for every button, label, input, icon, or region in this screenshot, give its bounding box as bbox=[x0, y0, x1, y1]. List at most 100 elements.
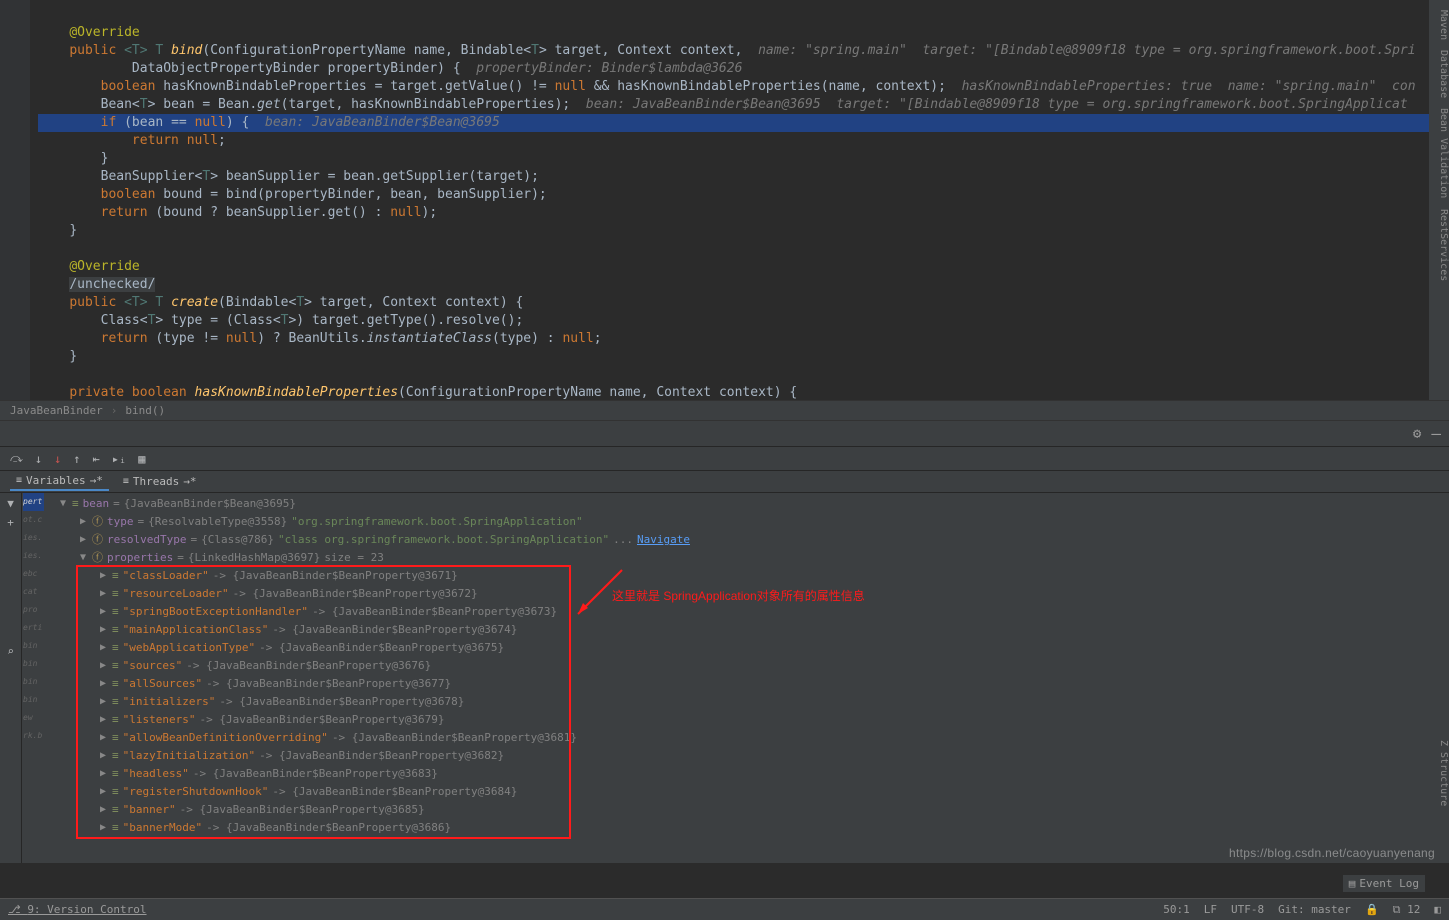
chevron-down-icon[interactable]: ▼ bbox=[58, 495, 68, 513]
map-entry-icon: ≡ bbox=[112, 657, 119, 675]
frame-item[interactable]: pro bbox=[23, 601, 44, 619]
property-item[interactable]: ▶≡"springBootExceptionHandler" -> {JavaB… bbox=[44, 603, 1449, 621]
pin-icon: →* bbox=[183, 475, 196, 488]
debug-actions-toolbar: ⤼ ↓ ↓ ↑ ⇤ ▸ᵢ ▦ bbox=[0, 447, 1449, 471]
frame-item[interactable]: erti bbox=[23, 619, 44, 637]
lock-icon[interactable]: 🔒 bbox=[1365, 903, 1379, 916]
chevron-right-icon[interactable]: ▶ bbox=[78, 513, 88, 531]
chevron-right-icon[interactable]: ▶ bbox=[98, 783, 108, 801]
var-resolvedType[interactable]: ▶ ⓕ resolvedType = {Class@786} "class or… bbox=[44, 531, 1449, 549]
frame-item[interactable]: ies. bbox=[23, 547, 44, 565]
file-encoding[interactable]: UTF-8 bbox=[1231, 903, 1264, 916]
chevron-right-icon[interactable]: ▶ bbox=[78, 531, 88, 549]
tab-threads-label: Threads bbox=[133, 475, 179, 488]
crumb-class[interactable]: JavaBeanBinder bbox=[10, 404, 103, 417]
right-tool-rail-bottom[interactable]: Z Structure bbox=[1429, 740, 1449, 860]
property-item[interactable]: ▶≡"bannerMode" -> {JavaBeanBinder$BeanPr… bbox=[44, 819, 1449, 837]
chevron-right-icon[interactable]: ▶ bbox=[98, 819, 108, 837]
list-icon: ≡ bbox=[16, 475, 22, 486]
frame-item[interactable]: cat bbox=[23, 583, 44, 601]
minimize-icon[interactable]: — bbox=[1431, 424, 1441, 443]
property-item[interactable]: ▶≡"lazyInitialization" -> {JavaBeanBinde… bbox=[44, 747, 1449, 765]
frame-item[interactable]: bin bbox=[23, 673, 44, 691]
step-over-icon[interactable]: ⤼ bbox=[10, 451, 23, 466]
chevron-right-icon[interactable]: ▶ bbox=[98, 711, 108, 729]
gear-icon[interactable]: ⚙ bbox=[1413, 426, 1421, 442]
property-item[interactable]: ▶≡"listeners" -> {JavaBeanBinder$BeanPro… bbox=[44, 711, 1449, 729]
chevron-right-icon[interactable]: ▶ bbox=[98, 621, 108, 639]
property-item[interactable]: ▶≡"allSources" -> {JavaBeanBinder$BeanPr… bbox=[44, 675, 1449, 693]
rail-structure[interactable]: Z Structure bbox=[1438, 740, 1449, 806]
debug-left-rail: ▼ + ⌕ bbox=[0, 493, 22, 863]
chevron-down-icon[interactable]: ▼ bbox=[78, 549, 88, 567]
property-item[interactable]: ▶≡"banner" -> {JavaBeanBinder$BeanProper… bbox=[44, 801, 1449, 819]
code-editor[interactable]: @Override public <T> T bind(Configuratio… bbox=[0, 0, 1449, 400]
property-item[interactable]: ▶≡"mainApplicationClass" -> {JavaBeanBin… bbox=[44, 621, 1449, 639]
processes-icon[interactable]: ⧉ 12 bbox=[1393, 903, 1421, 917]
step-into-icon[interactable]: ↓ bbox=[35, 452, 42, 466]
frame-item[interactable]: ew bbox=[23, 709, 44, 727]
property-item[interactable]: ▶≡"classLoader" -> {JavaBeanBinder$BeanP… bbox=[44, 567, 1449, 585]
chevron-right-icon[interactable]: ▶ bbox=[98, 567, 108, 585]
chevron-right-icon[interactable]: ▶ bbox=[98, 639, 108, 657]
chevron-right-icon[interactable]: ▶ bbox=[98, 765, 108, 783]
frames-list[interactable]: pert ot.c ies. ies. ebc cat pro erti bin… bbox=[22, 493, 44, 863]
chevron-right-icon[interactable]: ▶ bbox=[98, 675, 108, 693]
chevron-right-icon[interactable]: ▶ bbox=[98, 747, 108, 765]
var-bean[interactable]: ▼ ≡ bean = {JavaBeanBinder$Bean@3695} bbox=[44, 495, 1449, 513]
map-entry-icon: ≡ bbox=[112, 585, 119, 603]
property-item[interactable]: ▶≡"headless" -> {JavaBeanBinder$BeanProp… bbox=[44, 765, 1449, 783]
tab-variables[interactable]: ≡ Variables →* bbox=[10, 472, 109, 491]
property-item[interactable]: ▶≡"allowBeanDefinitionOverriding" -> {Ja… bbox=[44, 729, 1449, 747]
frame-item[interactable]: bin bbox=[23, 637, 44, 655]
var-properties[interactable]: ▼ ⓕ properties = {LinkedHashMap@3697} si… bbox=[44, 549, 1449, 567]
memory-icon[interactable]: ◧ bbox=[1434, 903, 1441, 916]
crumb-method[interactable]: bind() bbox=[125, 404, 165, 417]
watermark-text: https://blog.csdn.net/caoyuanyenang bbox=[1229, 846, 1435, 860]
map-entry-icon: ≡ bbox=[112, 621, 119, 639]
force-step-into-icon[interactable]: ↓ bbox=[54, 452, 61, 466]
frame-item[interactable]: ies. bbox=[23, 529, 44, 547]
line-separator[interactable]: LF bbox=[1204, 903, 1217, 916]
rail-maven[interactable]: Maven bbox=[1429, 10, 1449, 40]
vcs-tool-button[interactable]: ⎇ 9: Version Control bbox=[8, 903, 147, 916]
property-item[interactable]: ▶≡"sources" -> {JavaBeanBinder$BeanPrope… bbox=[44, 657, 1449, 675]
evaluate-icon[interactable]: ▦ bbox=[138, 452, 145, 466]
property-item[interactable]: ▶≡"registerShutdownHook" -> {JavaBeanBin… bbox=[44, 783, 1449, 801]
var-type[interactable]: ▶ ⓕ type = {ResolvableType@3558} "org.sp… bbox=[44, 513, 1449, 531]
navigate-link[interactable]: Navigate bbox=[637, 531, 690, 549]
rail-database[interactable]: Database bbox=[1429, 50, 1449, 98]
right-tool-rail[interactable]: Maven Database Bean Validation RestServi… bbox=[1429, 0, 1449, 400]
frame-item[interactable]: pert bbox=[23, 493, 44, 511]
drop-frame-icon[interactable]: ⇤ bbox=[93, 452, 100, 466]
status-bar: ⎇ 9: Version Control 50:1 LF UTF-8 Git: … bbox=[0, 898, 1449, 920]
variables-tree[interactable]: ▼ ≡ bean = {JavaBeanBinder$Bean@3695} ▶ … bbox=[44, 493, 1449, 863]
run-to-cursor-icon[interactable]: ▸ᵢ bbox=[112, 452, 126, 466]
frame-item[interactable]: bin bbox=[23, 655, 44, 673]
property-item[interactable]: ▶≡"webApplicationType" -> {JavaBeanBinde… bbox=[44, 639, 1449, 657]
breadcrumb[interactable]: JavaBeanBinder bind() bbox=[0, 400, 1449, 421]
property-item[interactable]: ▶≡"initializers" -> {JavaBeanBinder$Bean… bbox=[44, 693, 1449, 711]
frame-item[interactable]: rk.b bbox=[23, 727, 44, 745]
frame-item[interactable]: bin bbox=[23, 691, 44, 709]
chevron-right-icon[interactable]: ▶ bbox=[98, 693, 108, 711]
add-icon[interactable]: + bbox=[7, 516, 14, 529]
frame-item[interactable]: ot.c bbox=[23, 511, 44, 529]
link-icon[interactable]: ⌕ bbox=[7, 645, 14, 658]
chevron-right-icon[interactable]: ▶ bbox=[98, 657, 108, 675]
git-branch[interactable]: Git: master bbox=[1278, 903, 1351, 916]
map-entry-icon: ≡ bbox=[112, 639, 119, 657]
frame-item[interactable]: ebc bbox=[23, 565, 44, 583]
rail-beanvalidation[interactable]: Bean Validation bbox=[1429, 108, 1449, 198]
rail-restservices[interactable]: RestServices bbox=[1429, 209, 1449, 281]
tab-variables-label: Variables bbox=[26, 474, 86, 487]
chevron-right-icon[interactable]: ▶ bbox=[98, 603, 108, 621]
object-icon: ≡ bbox=[72, 495, 79, 513]
filter-icon[interactable]: ▼ bbox=[7, 497, 14, 510]
chevron-right-icon[interactable]: ▶ bbox=[98, 801, 108, 819]
chevron-right-icon[interactable]: ▶ bbox=[98, 729, 108, 747]
chevron-right-icon[interactable]: ▶ bbox=[98, 585, 108, 603]
tab-threads[interactable]: ≡ Threads →* bbox=[117, 473, 203, 490]
step-out-icon[interactable]: ↑ bbox=[73, 452, 80, 466]
event-log-button[interactable]: ▤ Event Log bbox=[1343, 875, 1425, 892]
